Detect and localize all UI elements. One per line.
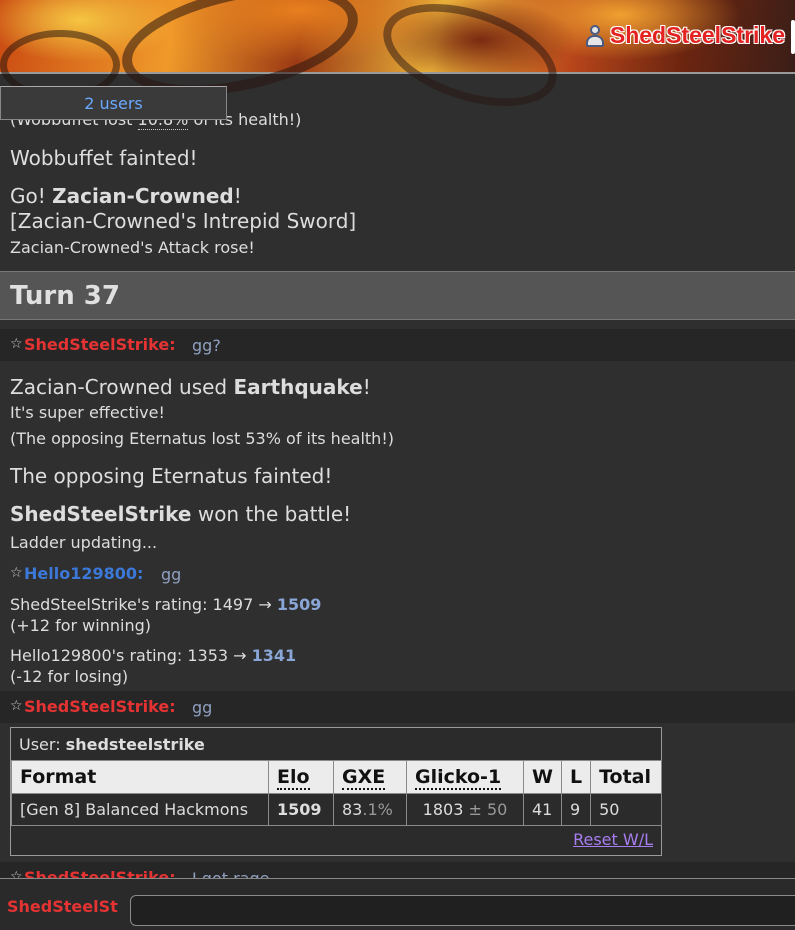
user-icon: [585, 24, 604, 47]
header-banner: ShedSteelStrike: [0, 0, 795, 126]
chat-own-username: ShedSteelSt: [7, 897, 118, 916]
chat-username[interactable]: ShedSteelStrike:: [24, 697, 176, 716]
reset-wl-link[interactable]: Reset W/L: [573, 830, 653, 849]
cell-wins: 41: [523, 793, 562, 826]
rating-change: ShedSteelStrike's rating: 1497 → 1509: [10, 595, 322, 614]
rating-change-note: (-12 for losing): [10, 667, 129, 686]
chat-text: gg: [192, 698, 213, 717]
faint-message: Wobbuffet fainted!: [10, 146, 198, 170]
faint-message: The opposing Eternatus fainted!: [10, 464, 333, 488]
cell-format: [Gen 8] Balanced Hackmons: [11, 793, 269, 826]
battle-result: ShedSteelStrike won the battle!: [10, 502, 352, 526]
column-header-elo[interactable]: Elo: [268, 760, 334, 794]
chat-message: ☆ ShedSteelStrike: I got rage: [0, 862, 795, 878]
chat-message: ☆ Hello129800: gg: [0, 558, 795, 590]
column-header-glicko[interactable]: Glicko-1: [406, 760, 524, 794]
table-header-row: Format Elo GXE Glicko-1 W L Total: [11, 760, 662, 794]
rating-change: Hello129800's rating: 1353 → 1341: [10, 646, 297, 665]
chat-username[interactable]: ShedSteelStrike:: [24, 335, 176, 354]
banner-art: [370, 0, 570, 126]
chat-text: I got rage: [192, 869, 270, 878]
column-header-format: Format: [11, 760, 269, 794]
chat-username[interactable]: Hello129800:: [24, 564, 143, 583]
switch-in-message: Go! Zacian-Crowned!: [10, 184, 242, 208]
chat-message: ☆ ShedSteelStrike: gg?: [0, 329, 795, 361]
cell-gxe: 83.1%: [333, 793, 407, 826]
rating-change-note: (+12 for winning): [10, 616, 151, 635]
turn-header: Turn 37: [0, 271, 795, 320]
ability-message: [Zacian-Crowned's Intrepid Sword]: [10, 209, 357, 233]
chat-message: ☆ ShedSteelStrike: gg: [0, 691, 795, 723]
rating-user: User: shedsteelstrike: [19, 735, 205, 754]
damage-message: (The opposing Eternatus lost 53% of its …: [10, 429, 394, 448]
column-header-wins: W: [523, 760, 562, 794]
user-badge[interactable]: ShedSteelStrike: [585, 22, 785, 49]
ratings-grid: Format Elo GXE Glicko-1 W L Total [Gen 8…: [11, 760, 662, 826]
column-header-total: Total: [590, 760, 662, 794]
banner-edge: [791, 20, 795, 54]
battle-log[interactable]: (Wobbuffet lost 10.8% of its health!) Wo…: [0, 110, 795, 878]
star-icon: ☆: [10, 869, 23, 878]
cell-elo: 1509: [268, 793, 334, 826]
table-row: [Gen 8] Balanced Hackmons 1509 83.1% 180…: [11, 793, 662, 826]
rating-table: User: shedsteelstrike Format Elo GXE Gli…: [10, 727, 662, 856]
ladder-status: Ladder updating...: [10, 533, 158, 552]
column-header-losses: L: [560, 760, 592, 794]
effectiveness-message: It's super effective!: [10, 403, 165, 422]
chat-bar: ShedSteelSt: [0, 878, 795, 930]
star-icon: ☆: [10, 565, 23, 581]
turn-label: Turn 37: [10, 281, 120, 311]
users-count-button[interactable]: 2 users: [0, 86, 227, 120]
chat-text: gg: [161, 565, 182, 584]
column-header-gxe[interactable]: GXE: [333, 760, 407, 794]
cell-total: 50: [590, 793, 662, 826]
cell-losses: 9: [560, 793, 592, 826]
star-icon: ☆: [10, 336, 23, 352]
star-icon: ☆: [10, 698, 23, 714]
stat-change-message: Zacian-Crowned's Attack rose!: [10, 238, 255, 257]
username[interactable]: ShedSteelStrike: [610, 22, 785, 49]
move-message: Zacian-Crowned used Earthquake!: [10, 375, 371, 399]
chat-input[interactable]: [130, 895, 795, 926]
chat-text: gg?: [192, 336, 221, 355]
chat-username[interactable]: ShedSteelStrike:: [24, 868, 176, 878]
cell-glicko: 1803 ± 50: [406, 793, 524, 826]
